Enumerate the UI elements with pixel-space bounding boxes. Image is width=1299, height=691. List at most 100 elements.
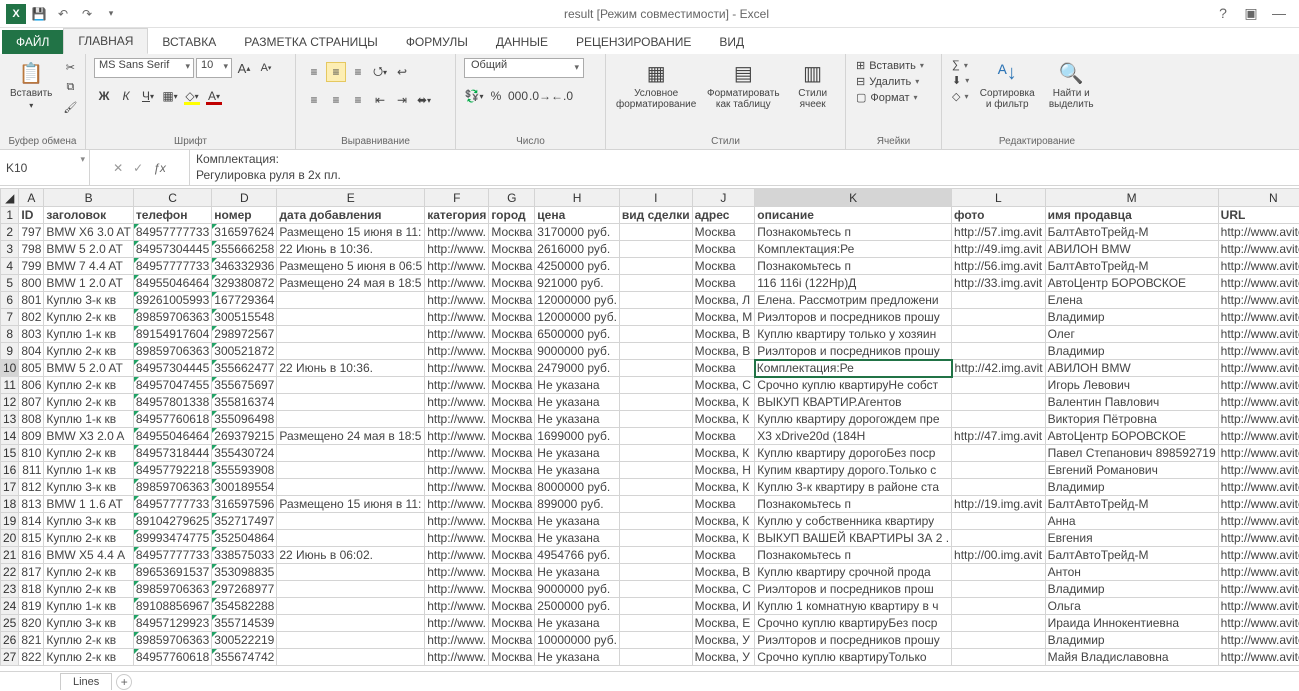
grid-cell[interactable]: 12000000 руб. xyxy=(535,309,620,326)
grid-cell[interactable]: 6500000 руб. xyxy=(535,326,620,343)
grid-cell[interactable]: Не указана xyxy=(535,445,620,462)
grid-cell[interactable]: 800 xyxy=(19,275,44,292)
help-icon[interactable]: ? xyxy=(1211,5,1235,22)
clear-button[interactable]: ◇▾ xyxy=(950,89,971,104)
grid-cell[interactable]: Куплю 3-к кв xyxy=(44,479,133,496)
grid-cell[interactable]: 84957777733 xyxy=(133,547,211,564)
grid-cell[interactable] xyxy=(952,411,1046,428)
grid-cell[interactable]: 84957304445 xyxy=(133,241,211,258)
grid-cell[interactable]: 329380872 xyxy=(212,275,277,292)
grid-cell[interactable]: БалтАвтоТрейд-М xyxy=(1045,547,1218,564)
grid-cell[interactable]: http://19.img.avit xyxy=(952,496,1046,513)
grid-cell[interactable] xyxy=(952,530,1046,547)
grid-cell[interactable] xyxy=(277,411,425,428)
grid-cell[interactable] xyxy=(619,377,692,394)
grid-cell[interactable]: http://www.avito.ru/r xyxy=(1218,343,1299,360)
tab-layout[interactable]: РАЗМЕТКА СТРАНИЦЫ xyxy=(230,30,392,54)
grid-cell[interactable]: 346332936 xyxy=(212,258,277,275)
row-header[interactable]: 13 xyxy=(1,411,19,428)
grid-cell[interactable]: Куплю 1-к кв xyxy=(44,411,133,428)
grid-cell[interactable] xyxy=(952,632,1046,649)
tab-view[interactable]: ВИД xyxy=(705,30,758,54)
grid-cell[interactable]: Москва xyxy=(489,564,535,581)
grid-cell[interactable]: 84955046464 xyxy=(133,428,211,445)
grid-cell[interactable]: Москва xyxy=(489,326,535,343)
grid-cell[interactable]: Москва, К xyxy=(692,445,755,462)
grid-cell[interactable]: Куплю 3-к кв xyxy=(44,615,133,632)
grid-cell[interactable]: http://www. xyxy=(425,632,489,649)
grid-cell[interactable]: http://www. xyxy=(425,513,489,530)
grid-cell[interactable]: 799 xyxy=(19,258,44,275)
grid-cell[interactable] xyxy=(952,309,1046,326)
decrease-decimal-icon[interactable]: ←.0 xyxy=(552,86,572,106)
grid-cell[interactable]: 84955046464 xyxy=(133,275,211,292)
column-header[interactable]: M xyxy=(1045,189,1218,207)
grid-cell[interactable]: 89154917604 xyxy=(133,326,211,343)
grid-cell[interactable]: http://42.img.avit xyxy=(952,360,1046,377)
row-header[interactable]: 1 xyxy=(1,207,19,224)
row-header[interactable]: 14 xyxy=(1,428,19,445)
row-header[interactable]: 21 xyxy=(1,547,19,564)
grid-cell[interactable]: 22 Июнь в 10:36. xyxy=(277,360,425,377)
grid-cell[interactable]: Москва, Л xyxy=(692,292,755,309)
save-icon[interactable]: 💾 xyxy=(28,3,50,25)
grid-cell[interactable]: Не указана xyxy=(535,462,620,479)
grid-cell[interactable]: 819 xyxy=(19,598,44,615)
grid-cell[interactable]: 355714539 xyxy=(212,615,277,632)
underline-button[interactable]: Ч ▾ xyxy=(138,86,158,106)
grid-cell[interactable]: 808 xyxy=(19,411,44,428)
column-header[interactable]: A xyxy=(19,189,44,207)
row-header[interactable]: 26 xyxy=(1,632,19,649)
number-format-select[interactable]: Общий xyxy=(464,58,584,78)
grid-cell[interactable]: Елена. Рассмотрим предложени xyxy=(755,292,952,309)
align-center-icon[interactable]: ≡ xyxy=(326,90,346,110)
border-button[interactable]: ▦▾ xyxy=(160,86,180,106)
grid-cell[interactable]: BMW 1 2.0 AT xyxy=(44,275,133,292)
accounting-format-icon[interactable]: 💱▾ xyxy=(464,86,484,106)
grid-cell[interactable]: Куплю 3-к квартиру в районе ста xyxy=(755,479,952,496)
cut-icon[interactable]: ✂ xyxy=(60,58,80,76)
grid-cell[interactable]: Игорь Левович xyxy=(1045,377,1218,394)
row-header[interactable]: 16 xyxy=(1,462,19,479)
grid-cell[interactable]: Валентин Павлович xyxy=(1045,394,1218,411)
row-header[interactable]: 20 xyxy=(1,530,19,547)
grid-cell[interactable]: Не указана xyxy=(535,377,620,394)
row-header[interactable]: 18 xyxy=(1,496,19,513)
grid-cell[interactable]: Владимир xyxy=(1045,632,1218,649)
grid-cell[interactable]: 2500000 руб. xyxy=(535,598,620,615)
grid-cell[interactable]: Москва, У xyxy=(692,649,755,666)
grid-cell[interactable]: 809 xyxy=(19,428,44,445)
grid-cell[interactable] xyxy=(952,445,1046,462)
grid-cell[interactable]: Москва, В xyxy=(692,326,755,343)
spreadsheet-grid[interactable]: ◢ABCDEFGHIJKLMNO 1IDзаголовоктелефонноме… xyxy=(0,188,1299,666)
grid-cell[interactable]: 84957760618 xyxy=(133,411,211,428)
grid-cell[interactable]: Москва xyxy=(489,309,535,326)
percent-format-icon[interactable]: % xyxy=(486,86,506,106)
grid-cell[interactable]: АвтоЦентр БОРОВСКОЕ xyxy=(1045,428,1218,445)
grid-cell[interactable]: Не указана xyxy=(535,615,620,632)
grid-cell[interactable]: http://www. xyxy=(425,615,489,632)
grid-cell[interactable]: 89261005993 xyxy=(133,292,211,309)
grid-cell[interactable]: АВИЛОН BMW xyxy=(1045,241,1218,258)
grid-cell[interactable]: Срочно куплю квартируБез поср xyxy=(755,615,952,632)
grid-cell[interactable]: http://www.avito.ru/r xyxy=(1218,530,1299,547)
grid-cell[interactable]: Купим квартиру дорого.Только с xyxy=(755,462,952,479)
grid-cell[interactable]: http://www.avito.ru/r xyxy=(1218,479,1299,496)
grid-cell[interactable] xyxy=(619,632,692,649)
header-cell[interactable]: имя продавца xyxy=(1045,207,1218,224)
grid-cell[interactable]: 921000 руб. xyxy=(535,275,620,292)
column-header[interactable]: H xyxy=(535,189,620,207)
grid-cell[interactable]: АВИЛОН BMW xyxy=(1045,360,1218,377)
grid-cell[interactable]: http://www.avito.ru/r xyxy=(1218,513,1299,530)
grid-cell[interactable]: Познакомьтесь п xyxy=(755,547,952,564)
increase-font-icon[interactable]: A▴ xyxy=(234,58,254,78)
grid-cell[interactable]: Москва xyxy=(489,445,535,462)
row-header[interactable]: 6 xyxy=(1,292,19,309)
row-header[interactable]: 11 xyxy=(1,377,19,394)
column-header[interactable]: C xyxy=(133,189,211,207)
align-bottom-icon[interactable]: ≡ xyxy=(348,62,368,82)
grid-cell[interactable]: Москва xyxy=(489,581,535,598)
grid-cell[interactable]: Срочно куплю квартируНе собст xyxy=(755,377,952,394)
grid-cell[interactable] xyxy=(619,275,692,292)
grid-cell[interactable] xyxy=(619,326,692,343)
